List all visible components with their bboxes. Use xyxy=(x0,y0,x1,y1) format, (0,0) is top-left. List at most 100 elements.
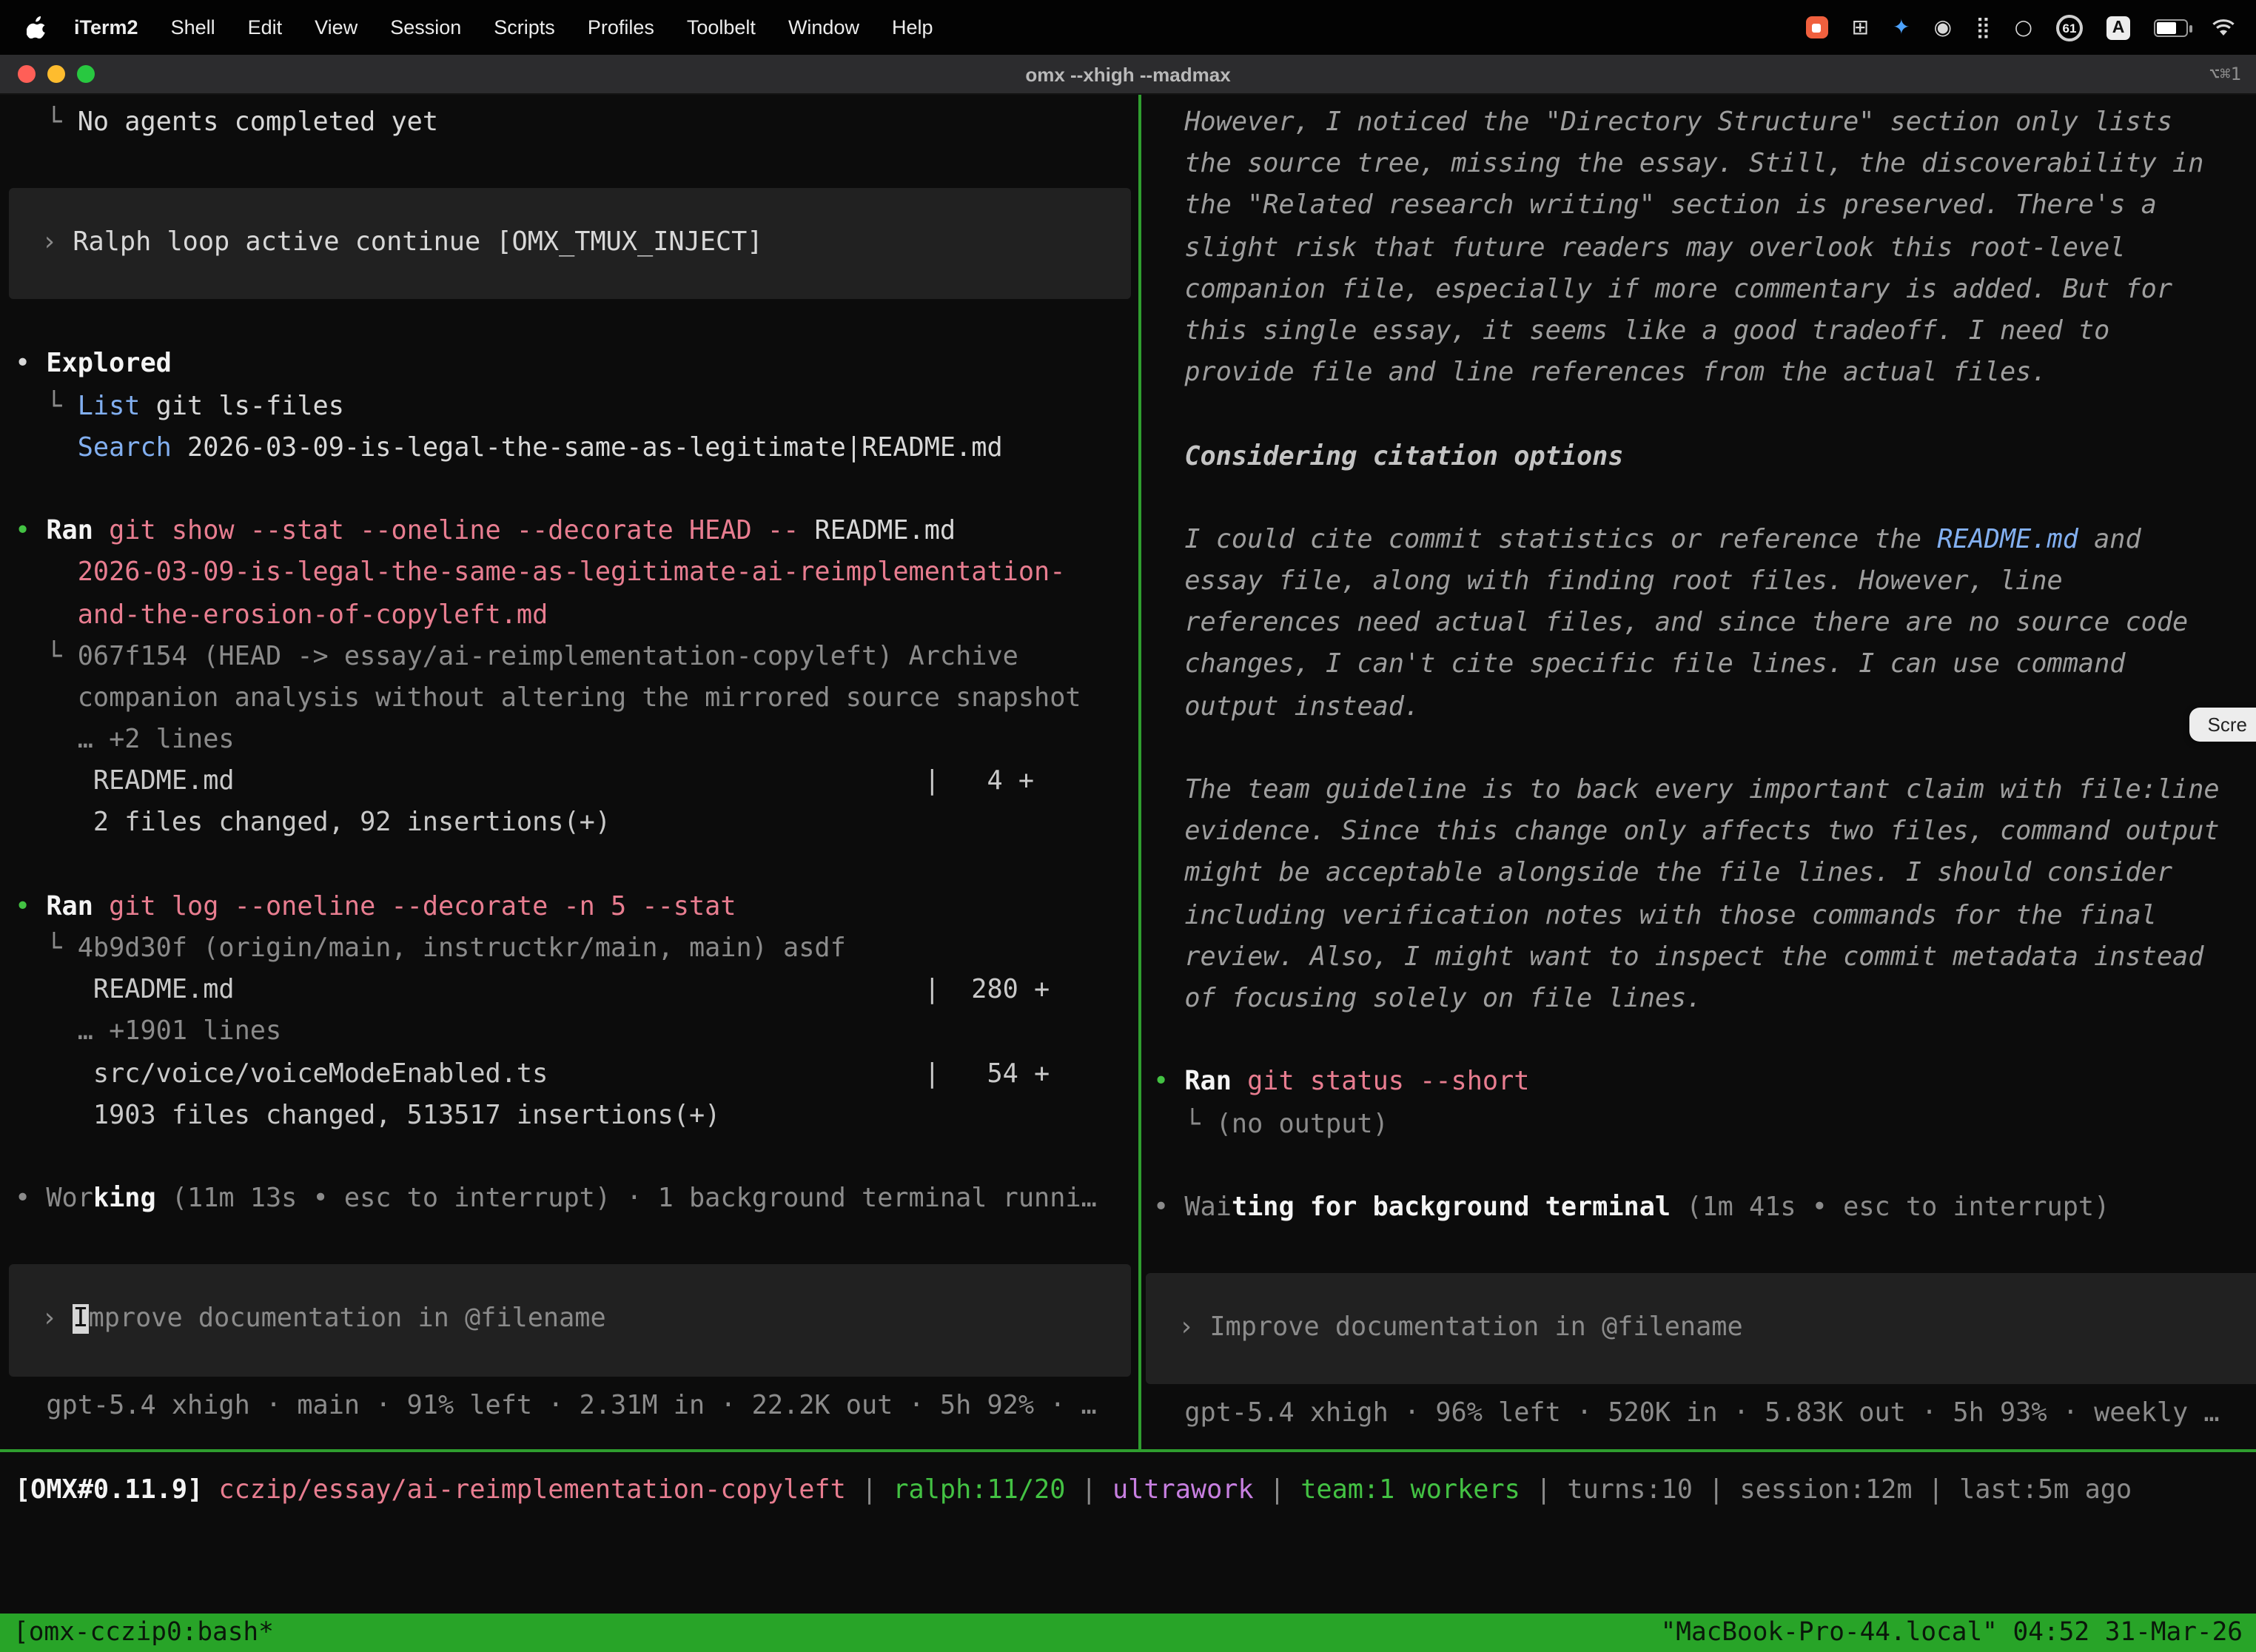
terminal-line: └ (no output) xyxy=(1153,1104,2256,1145)
menubar-item-shell[interactable]: Shell xyxy=(155,16,232,38)
terminal-line: provide file and line references from th… xyxy=(1153,352,2256,394)
grid-app-icon[interactable]: ⊞ xyxy=(1852,17,1869,38)
menubar-item-view[interactable]: View xyxy=(298,16,374,38)
menubar-item-profiles[interactable]: Profiles xyxy=(571,16,671,38)
terminal-line: the source tree, missing the essay. Stil… xyxy=(1153,144,2256,185)
terminal-line xyxy=(1153,1145,2256,1186)
terminal-line: evidence. Since this change only affects… xyxy=(1153,811,2256,853)
traffic-lights xyxy=(18,65,95,83)
dots-grid-icon[interactable]: ⣿ xyxy=(1975,17,1991,38)
terminal-line: 2026-03-09-is-legal-the-same-as-legitima… xyxy=(15,553,1138,594)
terminal-line: └ 4b9d30f (origin/main, instructkr/main,… xyxy=(15,928,1138,970)
window-shortcut-badge: ⌥⌘1 xyxy=(2209,64,2241,84)
terminal-line: • Waiting for background terminal (1m 41… xyxy=(1153,1187,2256,1229)
spark-app-icon[interactable]: ✦ xyxy=(1893,17,1910,38)
battery-nub xyxy=(2189,24,2192,32)
menubar-item-list: iTerm2ShellEditViewSessionScriptsProfile… xyxy=(58,14,950,41)
terminal-line xyxy=(15,845,1138,886)
right-pane[interactable]: However, I noticed the "Directory Struct… xyxy=(1141,95,2256,1449)
menubar-item-session[interactable]: Session xyxy=(374,16,477,38)
menubar-item-toolbelt[interactable]: Toolbelt xyxy=(671,16,772,38)
terminal-line: The team guideline is to back every impo… xyxy=(1153,770,2256,811)
terminal-line: I could cite commit statistics or refere… xyxy=(1153,520,2256,561)
terminal-line: Search 2026-03-09-is-legal-the-same-as-l… xyxy=(15,428,1138,469)
terminal-line xyxy=(1153,394,2256,436)
terminal-line: └ List git ls-files xyxy=(15,386,1138,427)
screen-recording-indicator-icon[interactable] xyxy=(1806,16,1828,38)
battery-gauge-icon[interactable]: 61 xyxy=(2056,14,2083,41)
terminal-line: • Ran git show --stat --oneline --decora… xyxy=(15,511,1138,552)
terminal-line: gpt-5.4 xhigh · main · 91% left · 2.31M … xyxy=(15,1385,1138,1426)
prompt-input-box[interactable]: › Improve documentation in @filename xyxy=(1146,1273,2256,1384)
screen-edge-overlay-button[interactable]: Scre xyxy=(2190,708,2256,742)
wifi-icon[interactable] xyxy=(2212,19,2235,36)
battery-fill xyxy=(2157,21,2176,33)
apple-icon xyxy=(27,16,46,38)
window-title: omx --xhigh --madmax xyxy=(1025,63,1230,85)
terminal: └ No agents completed yet › Ralph loop ac… xyxy=(0,95,2256,1652)
menubar-item-help[interactable]: Help xyxy=(876,16,950,38)
terminal-line: slight risk that future readers may over… xyxy=(1153,227,2256,269)
left-pane[interactable]: └ No agents completed yet › Ralph loop ac… xyxy=(0,95,1138,1449)
zoom-window-button[interactable] xyxy=(77,65,95,83)
terminal-line: • Explored xyxy=(15,344,1138,386)
tmux-status-bar: [omx-cczip0:bash* "MacBook-Pro-44.local"… xyxy=(0,1614,2256,1652)
terminal-line: … +1901 lines xyxy=(15,1012,1138,1053)
terminal-line: might be acceptable alongside the file l… xyxy=(1153,853,2256,895)
battery-icon[interactable] xyxy=(2154,19,2188,36)
terminal-line: … +2 lines xyxy=(15,719,1138,761)
terminal-line: review. Also, I might want to inspect th… xyxy=(1153,937,2256,978)
window-titlebar[interactable]: omx --xhigh --madmax ⌥⌘1 xyxy=(0,55,2256,95)
terminal-line: this single essay, it seems like a good … xyxy=(1153,311,2256,352)
minimize-window-button[interactable] xyxy=(47,65,65,83)
terminal-line xyxy=(1153,728,2256,770)
terminal-line: gpt-5.4 xhigh · 96% left · 520K in · 5.8… xyxy=(1153,1394,2256,1435)
apple-menu[interactable] xyxy=(27,16,46,38)
terminal-line: › Ralph loop active continue [OMX_TMUX_I… xyxy=(41,222,1131,263)
pane-divider-horizontal xyxy=(0,1449,2256,1452)
terminal-line: the "Related research writing" section i… xyxy=(1153,186,2256,227)
terminal-line: › Improve documentation in @filename xyxy=(1178,1307,2256,1349)
terminal-line: However, I noticed the "Directory Struct… xyxy=(1153,102,2256,144)
terminal-line: and-the-erosion-of-copyleft.md xyxy=(15,594,1138,636)
terminal-line xyxy=(1153,1020,2256,1061)
terminal-line: 2 files changed, 92 insertions(+) xyxy=(15,803,1138,845)
terminal-line: companion analysis without altering the … xyxy=(15,678,1138,719)
terminal-line: essay file, along with finding root file… xyxy=(1153,561,2256,602)
menubar-item-edit[interactable]: Edit xyxy=(232,16,299,38)
close-window-button[interactable] xyxy=(18,65,36,83)
menubar-item-scripts[interactable]: Scripts xyxy=(477,16,571,38)
terminal-line: └ No agents completed yet xyxy=(15,102,1138,144)
terminal-line xyxy=(1153,477,2256,519)
terminal-line: references need actual files, and since … xyxy=(1153,603,2256,645)
terminal-line: companion file, especially if more comme… xyxy=(1153,269,2256,311)
menubar-status-icons: ⊞ ✦ ◉ ⣿ ○ 61 A xyxy=(1806,14,2235,41)
terminal-line: • Ran git status --short xyxy=(1153,1062,2256,1104)
tmux-session-label: [omx-cczip0:bash* xyxy=(13,1618,274,1648)
menubar-item-iterm2[interactable]: iTerm2 xyxy=(58,16,155,38)
input-source-icon[interactable]: A xyxy=(2106,16,2130,39)
terminal-line: changes, I can't cite specific file line… xyxy=(1153,645,2256,686)
ring-app-icon[interactable]: ○ xyxy=(2015,17,2032,38)
terminal-line: • Ran git log --oneline --decorate -n 5 … xyxy=(15,887,1138,928)
menubar-item-window[interactable]: Window xyxy=(772,16,876,38)
prompt-input-box[interactable]: › Improve documentation in @filename xyxy=(9,1265,1131,1376)
terminal-line: output instead. xyxy=(1153,686,2256,728)
terminal-line: └ 067f154 (HEAD -> essay/ai-reimplementa… xyxy=(15,636,1138,677)
terminal-line: README.md | 280 + xyxy=(15,970,1138,1011)
terminal-line: README.md | 4 + xyxy=(15,762,1138,803)
screen: iTerm2ShellEditViewSessionScriptsProfile… xyxy=(0,0,2256,1652)
terminal-line: including verification notes with those … xyxy=(1153,895,2256,936)
terminal-line xyxy=(15,1137,1138,1178)
terminal-line: src/voice/voiceModeEnabled.ts | 54 + xyxy=(15,1053,1138,1095)
terminal-line: 1903 files changed, 513517 insertions(+) xyxy=(15,1095,1138,1137)
terminal-line: Considering citation options xyxy=(1153,436,2256,477)
terminal-line xyxy=(15,469,1138,511)
circle-app-icon[interactable]: ◉ xyxy=(1934,17,1952,38)
terminal-line: • Working (11m 13s • esc to interrupt) ·… xyxy=(15,1178,1138,1220)
omx-status-line: [OMX#0.11.9] cczip/essay/ai-reimplementa… xyxy=(15,1470,2132,1511)
text-cursor: I xyxy=(73,1305,88,1334)
menubar-menus: iTerm2ShellEditViewSessionScriptsProfile… xyxy=(27,14,950,41)
terminal-line: of focusing solely on file lines. xyxy=(1153,978,2256,1020)
terminal-line: › Improve documentation in @filename xyxy=(41,1299,1131,1340)
